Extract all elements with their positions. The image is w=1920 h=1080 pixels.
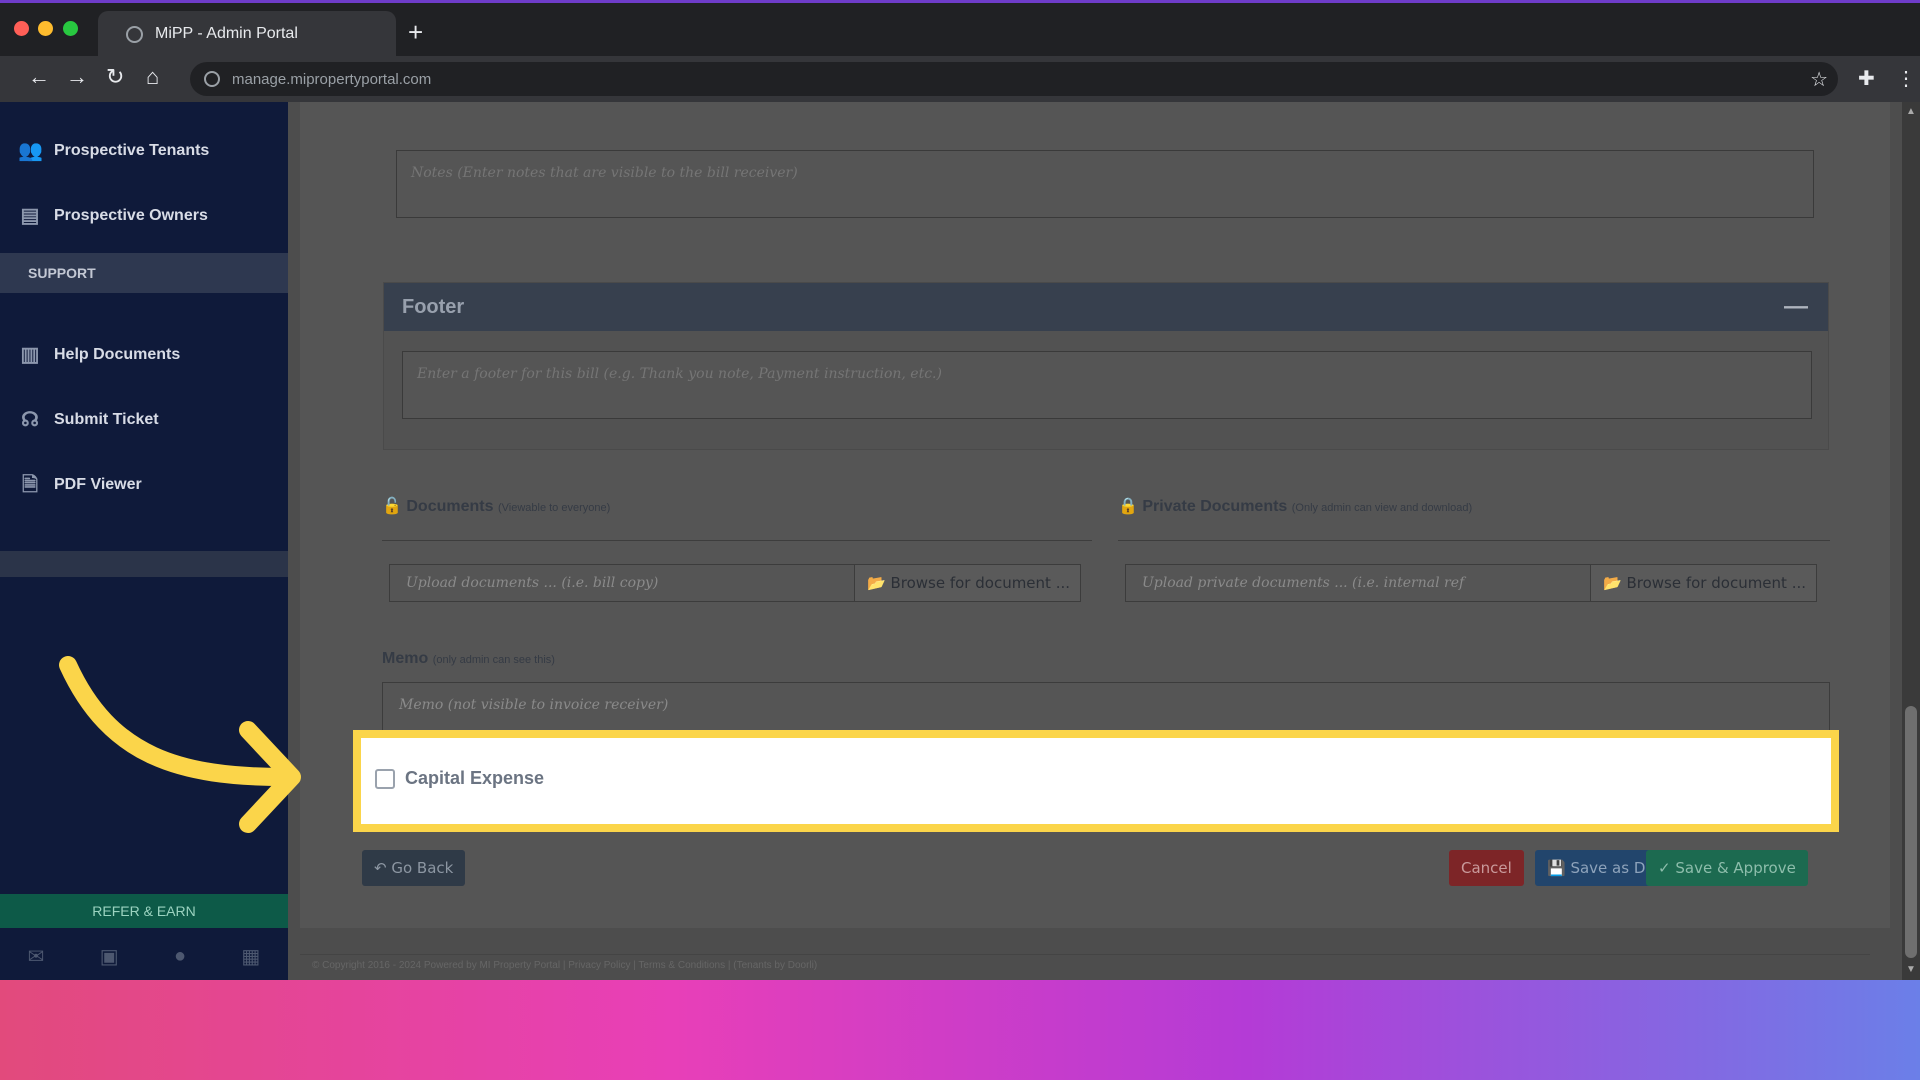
extensions-icon[interactable]: ✚	[1858, 66, 1875, 91]
footer-header[interactable]: Footer —	[384, 283, 1828, 331]
scroll-thumb[interactable]	[1905, 706, 1917, 958]
check-circle-icon: ✓	[1658, 859, 1671, 877]
collapse-minus-icon[interactable]: —	[1784, 283, 1808, 331]
footer-title: Footer	[402, 296, 465, 318]
reply-arrow-icon: ↶	[374, 859, 387, 877]
save-approve-button[interactable]: ✓ Save & Approve	[1646, 850, 1808, 886]
capital-expense-checkbox[interactable]	[375, 768, 395, 789]
documents-hint: (Viewable to everyone)	[497, 502, 611, 514]
browser-toolbar: ← → ↻ ⌂ manage.mipropertyportal.com ☆ ✚ …	[0, 56, 1920, 102]
main-content: Footer — 🔓 Documents (Viewable to everyo…	[288, 102, 1902, 980]
new-tab-button[interactable]: +	[408, 19, 423, 45]
reload-icon[interactable]: ↻	[106, 64, 124, 90]
footer-textarea[interactable]	[402, 351, 1812, 419]
notes-textarea[interactable]	[396, 150, 1814, 218]
scroll-down-icon[interactable]: ▼	[1906, 964, 1916, 975]
capital-expense-label[interactable]: Capital Expense	[405, 768, 544, 789]
browser-tab[interactable]: MiPP - Admin Portal	[98, 11, 396, 57]
browser-menu-icon[interactable]: ⋮	[1896, 66, 1916, 91]
url-text: manage.mipropertyportal.com	[232, 70, 432, 88]
memo-heading: Memo (only admin can see this)	[382, 650, 555, 668]
tab-strip: MiPP - Admin Portal +	[0, 0, 1920, 57]
minimize-window-button[interactable]	[38, 21, 53, 36]
browser-window: MiPP - Admin Portal + ← → ↻ ⌂ manage.mip…	[0, 0, 1920, 980]
folder-open-icon: 📂	[1603, 574, 1622, 592]
memo-hint: (only admin can see this)	[432, 654, 555, 666]
cancel-button[interactable]: Cancel	[1449, 850, 1524, 886]
bill-form: Footer — 🔓 Documents (Viewable to everyo…	[300, 102, 1890, 928]
back-arrow-icon[interactable]: ←	[28, 64, 50, 90]
private-documents-divider	[1118, 540, 1830, 541]
browse-label: Browse for document ...	[890, 574, 1070, 592]
tab-title: MiPP - Admin Portal	[155, 25, 298, 42]
lock-icon: 🔒	[1118, 498, 1138, 515]
save-approve-label: Save & Approve	[1675, 859, 1796, 877]
copyright-divider	[300, 954, 1870, 955]
go-back-label: Go Back	[391, 859, 454, 877]
capital-expense-highlight: Capital Expense	[353, 730, 1839, 832]
memo-input[interactable]: Memo (not visible to invoice receiver)	[382, 682, 1830, 732]
floppy-disk-icon: 💾	[1547, 859, 1566, 877]
documents-upload-input[interactable]: Upload documents ... (i.e. bill copy)	[389, 564, 855, 602]
documents-upload: Upload documents ... (i.e. bill copy) 📂 …	[389, 564, 1081, 602]
maximize-window-button[interactable]	[63, 21, 78, 36]
private-documents-title: Private Documents	[1142, 498, 1288, 515]
folder-open-icon: 📂	[867, 574, 886, 592]
documents-divider	[382, 540, 1092, 541]
scroll-up-icon[interactable]: ▲	[1906, 106, 1916, 117]
go-back-button[interactable]: ↶ Go Back	[362, 850, 466, 886]
private-documents-browse-button[interactable]: 📂 Browse for document ...	[1591, 564, 1817, 602]
copyright-text: © Copyright 2016 - 2024 Powered by MI Pr…	[312, 960, 818, 971]
private-documents-upload-input[interactable]: Upload private documents ... (i.e. inter…	[1125, 564, 1591, 602]
unlock-icon: 🔓	[382, 498, 402, 515]
capital-expense-row[interactable]: Capital Expense	[375, 768, 544, 789]
page-viewport: 👥 Prospective Tenants ▤ Prospective Owne…	[0, 102, 1920, 980]
private-documents-hint: (Only admin can view and download)	[1291, 502, 1473, 514]
close-window-button[interactable]	[14, 21, 29, 36]
home-icon[interactable]: ⌂	[146, 64, 159, 90]
site-info-icon[interactable]	[204, 71, 220, 87]
forward-arrow-icon[interactable]: →	[66, 64, 88, 90]
private-documents-heading: 🔒 Private Documents (Only admin can view…	[1118, 496, 1472, 516]
documents-title: Documents	[406, 498, 494, 515]
page-scrollbar[interactable]: ▲ ▼	[1902, 102, 1920, 980]
documents-browse-button[interactable]: 📂 Browse for document ...	[855, 564, 1081, 602]
footer-card: Footer —	[383, 282, 1829, 450]
browse-label: Browse for document ...	[1626, 574, 1806, 592]
address-bar[interactable]: manage.mipropertyportal.com ☆	[190, 62, 1838, 96]
documents-heading: 🔓 Documents (Viewable to everyone)	[382, 496, 610, 516]
globe-icon	[126, 25, 143, 43]
pointer-arrow-icon	[59, 656, 301, 833]
bookmark-star-icon[interactable]: ☆	[1810, 67, 1828, 92]
memo-title: Memo	[382, 650, 429, 667]
private-documents-upload: Upload private documents ... (i.e. inter…	[1125, 564, 1817, 602]
